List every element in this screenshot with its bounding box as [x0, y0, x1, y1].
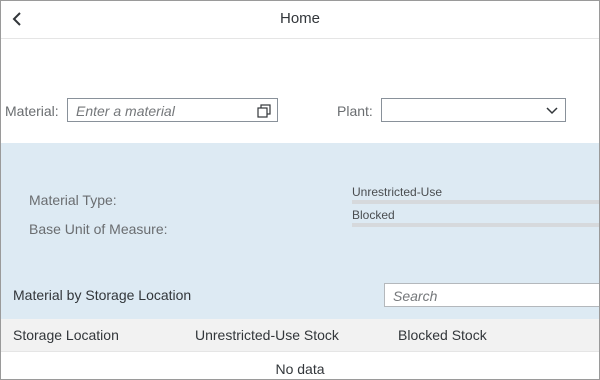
- column-blocked-stock: Blocked Stock: [398, 327, 487, 343]
- plant-select[interactable]: [381, 98, 566, 122]
- blocked-bar: [352, 223, 599, 227]
- app-frame: Home Material: Enter a material Plant: M…: [0, 0, 600, 380]
- material-input[interactable]: Enter a material: [67, 98, 278, 122]
- column-storage-location: Storage Location: [13, 327, 119, 343]
- material-label: Material:: [5, 103, 59, 119]
- unrestricted-use-bar: [352, 200, 599, 204]
- value-help-icon[interactable]: [255, 102, 273, 120]
- column-unrestricted-use-stock: Unrestricted-Use Stock: [195, 327, 339, 343]
- search-placeholder: Search: [393, 288, 438, 304]
- blocked-label: Blocked: [352, 208, 395, 222]
- page-header: Home: [1, 1, 599, 39]
- storage-location-title: Material by Storage Location: [13, 287, 192, 303]
- plant-label: Plant:: [337, 103, 373, 119]
- material-placeholder: Enter a material: [76, 103, 175, 119]
- material-type-label: Material Type:: [29, 192, 117, 208]
- storage-table-header: Storage Location Unrestricted-Use Stock …: [1, 319, 599, 352]
- page-title: Home: [279, 10, 320, 27]
- chevron-down-icon[interactable]: [543, 102, 561, 120]
- search-input[interactable]: Search: [384, 283, 599, 307]
- unrestricted-use-label: Unrestricted-Use: [352, 185, 443, 199]
- base-unit-label: Base Unit of Measure:: [29, 221, 168, 237]
- no-data-text: No data: [275, 361, 325, 377]
